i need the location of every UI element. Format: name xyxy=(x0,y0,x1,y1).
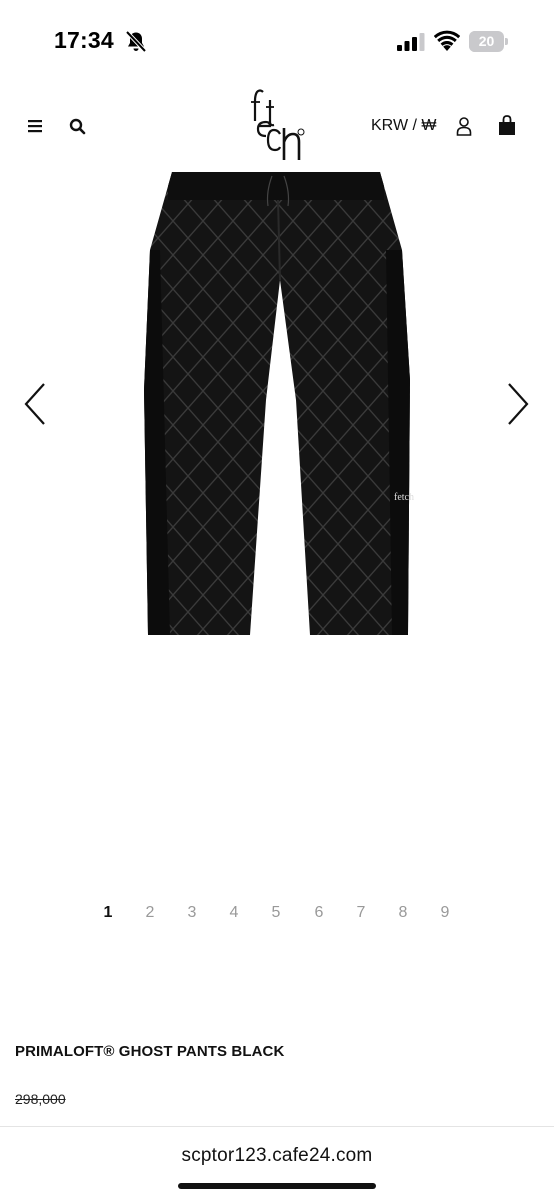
bell-slash-icon xyxy=(125,30,147,53)
battery-body: 20 xyxy=(469,31,504,52)
quilted-pants-image[interactable]: fetch xyxy=(128,170,428,640)
fetch-logo[interactable] xyxy=(246,88,308,160)
site-header: KRW / ₩ xyxy=(0,82,554,170)
currency-selector[interactable]: KRW / ₩ xyxy=(371,117,436,135)
url-text[interactable]: scptor123.cafe24.com xyxy=(0,1145,554,1167)
cellular-signal-icon xyxy=(397,33,425,51)
chevron-right-icon[interactable] xyxy=(503,380,533,428)
page-3[interactable]: 3 xyxy=(182,904,202,922)
status-bar: 17:34 20 xyxy=(0,0,554,82)
wifi-icon xyxy=(434,30,460,51)
battery-icon: 20 xyxy=(469,31,508,52)
product-name: PRIMALOFT® GHOST PANTS BLACK xyxy=(15,1043,285,1060)
battery-level: 20 xyxy=(478,33,495,49)
battery-cap xyxy=(505,38,508,45)
product-gallery: fetch xyxy=(0,170,554,885)
user-icon[interactable] xyxy=(455,116,473,136)
browser-address-bar[interactable]: scptor123.cafe24.com xyxy=(0,1126,554,1200)
status-time: 17:34 xyxy=(54,27,114,53)
page-1[interactable]: 1 xyxy=(98,904,118,922)
menu-icon[interactable] xyxy=(26,118,44,134)
chevron-left-icon[interactable] xyxy=(20,380,50,428)
page-2[interactable]: 2 xyxy=(140,904,160,922)
home-indicator[interactable] xyxy=(178,1183,376,1189)
page-8[interactable]: 8 xyxy=(393,904,413,922)
shopping-bag-icon[interactable] xyxy=(497,115,517,136)
page-6[interactable]: 6 xyxy=(309,904,329,922)
page-9[interactable]: 9 xyxy=(435,904,455,922)
svg-text:fetch: fetch xyxy=(394,492,414,503)
search-icon[interactable] xyxy=(68,117,87,136)
product-price: 298,000 xyxy=(15,1091,66,1107)
gallery-pagination: 1 2 3 4 5 6 7 8 9 xyxy=(0,900,554,928)
page-4[interactable]: 4 xyxy=(224,904,244,922)
page-7[interactable]: 7 xyxy=(351,904,371,922)
page-5[interactable]: 5 xyxy=(266,904,286,922)
